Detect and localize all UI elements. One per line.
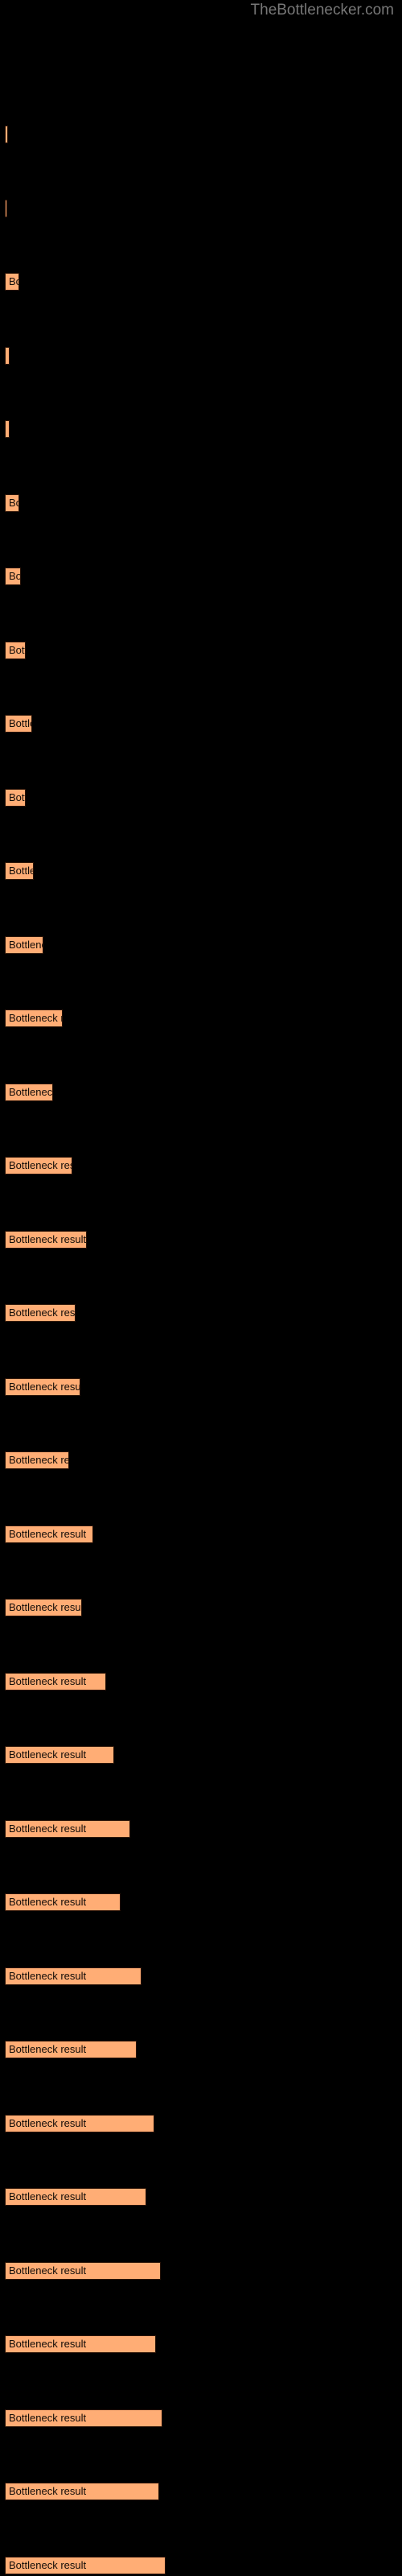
bar-label: Bottleneck result [9,1086,53,1098]
bar[interactable]: Bottleneck result [5,2335,156,2353]
bar[interactable]: Bottleneck result [5,568,21,585]
bar-label: Bottleneck result [9,791,25,803]
bar[interactable]: Bottleneck result [5,936,43,954]
bar-label: Bottleneck result [9,497,18,509]
bar[interactable]: Bottleneck result [5,126,8,143]
bar-label: Bottleneck result [9,2412,87,2424]
bar-label: Bottleneck result [9,939,43,951]
bar-label: Bottleneck result [9,1528,87,1540]
bar[interactable]: Bottleneck result [5,1746,114,1764]
bar[interactable]: Bottleneck result [5,1673,106,1690]
bar[interactable]: Bottleneck result [5,1378,80,1396]
bar[interactable]: Bottleneck result [5,273,19,291]
bar-label: Bottleneck result [9,2338,87,2350]
bar[interactable]: Bottleneck result [5,1967,142,1985]
bar[interactable]: Bottleneck result [5,1231,87,1249]
bar-label: Bottleneck result [9,2559,87,2571]
bar-label: Bottleneck result [9,1233,87,1245]
bar-label: Bottleneck result [9,2043,87,2055]
bar[interactable]: Bottleneck result [5,789,26,807]
bar-label: Bottleneck result [9,1307,76,1319]
bar[interactable]: Bottleneck result [5,2409,162,2427]
bar[interactable]: Bottleneck result [5,1525,93,1543]
bar-label: Bottleneck result [9,1454,68,1466]
bar-label: Bottleneck result [9,1381,80,1393]
bar[interactable]: Bottleneck result [5,1084,53,1101]
bar[interactable]: Bottleneck result [5,2483,159,2500]
bar[interactable]: Bottleneck result [5,2188,146,2206]
bar[interactable]: Bottleneck result [5,2041,137,2058]
bar[interactable]: Bottleneck result [5,1304,76,1322]
bar[interactable]: Bottleneck result [5,1451,69,1469]
bar[interactable]: Bottleneck result [5,2262,161,2280]
bar-label: Bottleneck result [9,2264,87,2277]
bar[interactable]: Bottleneck result [5,2115,154,2132]
bar-label: Bottleneck result [9,1970,87,1982]
bar-label: Bottleneck result [9,350,10,361]
bottleneck-bar-chart: Bottleneck result Bottleneck result Bottle… [0,0,402,2576]
bar[interactable]: Bottleneck result [5,1599,82,1616]
bar-label: Bottleneck result [9,1896,87,1908]
bar-label: Bottleneck result [9,644,25,656]
bar[interactable]: Bottleneck result [5,862,34,880]
bar[interactable]: Bottleneck result [5,347,10,365]
bar-label: Bottleneck result [9,275,18,287]
bar-label: Bottleneck result [9,2117,87,2129]
bar-label: Bottleneck result [9,865,33,877]
bar-label: Bottleneck result [9,1601,82,1613]
bar-label: Bottleneck result [9,1012,62,1024]
bar[interactable]: Bottleneck result [5,1009,63,1027]
bar-label: Bottleneck result [9,1823,87,1835]
bar[interactable]: Bottleneck result [5,1157,72,1174]
bar[interactable]: Bottleneck result [5,420,10,438]
bar[interactable]: Bottleneck result [5,1893,121,1911]
bar-label: Bottleneck result [9,1675,87,1687]
bar-label: Bottleneck result [9,423,10,435]
bar-label: Bottleneck result [9,570,21,582]
bar-label: Bottleneck result [9,2190,87,2202]
bar-label: Bottleneck result [9,2485,87,2497]
bar-label: Bottleneck result [9,1748,87,1761]
bar[interactable]: Bottleneck result [5,494,19,512]
bar[interactable]: Bottleneck result [5,642,26,659]
bar[interactable]: Bottleneck result [5,715,32,733]
bar[interactable]: Bottleneck result [5,200,7,217]
bar-label: Bottleneck result [9,717,31,729]
bar-label: Bottleneck result [9,1159,72,1171]
bar[interactable]: Bottleneck result [5,1820,130,1838]
bar[interactable]: Bottleneck result [5,2557,166,2574]
